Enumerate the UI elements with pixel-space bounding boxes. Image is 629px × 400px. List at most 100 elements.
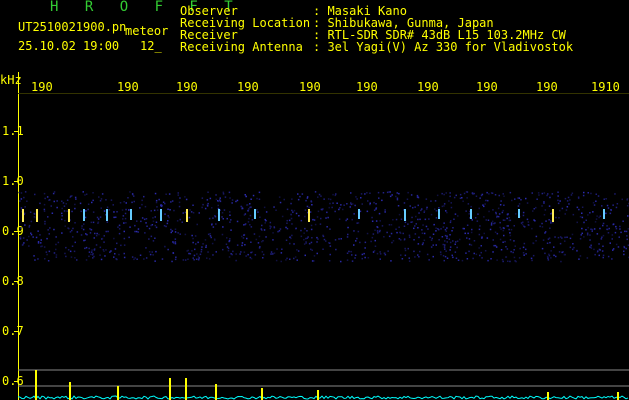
noise-pixel [340,260,342,263]
noise-pixel [62,202,65,204]
noise-pixel [397,205,400,207]
noise-pixel [82,191,84,193]
noise-pixel [487,219,490,221]
noise-pixel [361,257,363,260]
meteor-echo [106,209,108,221]
noise-pixel [525,248,527,251]
noise-pixel [612,204,614,206]
noise-pixel [162,201,165,203]
noise-pixel [370,240,372,243]
noise-pixel [557,202,560,205]
noise-pixel [174,242,177,245]
noise-pixel [594,221,597,223]
noise-pixel [225,243,228,245]
noise-pixel [151,251,153,253]
noise-pixel [169,209,171,211]
noise-pixel [184,233,187,236]
noise-pixel [97,221,100,223]
noise-pixel [443,203,446,205]
meteor-echo [552,209,554,222]
noise-pixel [19,238,22,240]
noise-pixel [626,205,629,207]
noise-pixel [285,226,287,229]
noise-pixel [377,232,379,234]
noise-pixel [19,236,22,238]
noise-pixel [206,205,209,207]
noise-pixel [187,258,189,260]
noise-pixel [316,216,319,218]
noise-pixel [364,193,366,195]
noise-pixel [495,212,497,215]
noise-pixel [623,246,626,249]
noise-pixel [615,243,618,246]
noise-pixel [135,230,138,233]
noise-pixel [251,219,254,221]
noise-pixel [34,193,36,196]
noise-pixel [316,241,318,243]
noise-pixel [417,243,420,245]
noise-pixel [117,226,119,228]
noise-pixel [581,206,584,208]
noise-pixel [548,237,551,239]
noise-pixel [231,199,234,201]
noise-pixel [361,203,363,205]
noise-pixel [478,233,481,236]
noise-pixel [192,212,195,214]
noise-pixel [541,222,543,225]
noise-pixel [346,203,348,205]
noise-pixel [219,199,221,201]
noise-pixel [34,216,36,219]
noise-pixel [141,203,143,206]
noise-pixel [401,258,404,260]
noise-pixel [28,224,31,227]
noise-pixel [300,235,303,238]
noise-pixel [71,229,73,232]
noise-pixel [167,208,169,210]
noise-pixel [304,209,307,211]
noise-pixel [609,212,612,215]
noise-pixel [378,197,380,199]
noise-pixel [167,215,169,217]
noise-pixel [536,198,538,200]
noise-pixel [74,222,76,224]
noise-pixel [445,230,447,232]
noise-pixel [144,232,146,234]
noise-pixel [448,238,451,240]
noise-pixel [103,241,105,243]
noise-pixel [310,241,313,244]
noise-pixel [387,250,389,252]
meteor-echo [438,209,440,219]
noise-pixel [505,256,508,258]
noise-pixel [438,207,440,209]
noise-pixel [433,223,435,226]
noise-pixel [226,246,229,248]
noise-pixel [541,192,544,195]
noise-pixel [67,249,70,251]
noise-pixel [155,199,158,202]
noise-pixel [381,199,383,202]
noise-pixel [544,209,547,211]
noise-pixel [317,210,320,213]
noise-pixel [55,248,57,251]
noise-pixel [269,225,271,227]
noise-pixel [320,217,322,220]
noise-pixel [199,253,202,256]
noise-pixel [310,248,312,251]
noise-pixel [410,221,412,223]
noise-pixel [316,252,318,255]
noise-pixel [615,227,618,230]
noise-pixel [310,228,313,231]
noise-pixel [434,208,436,210]
noise-pixel [28,226,30,228]
noise-pixel [164,213,166,215]
meteor-echo [68,209,70,222]
noise-pixel [136,258,138,260]
noise-pixel [626,238,628,241]
noise-pixel [586,257,589,259]
noise-pixel [215,198,218,201]
noise-pixel [500,200,502,202]
noise-pixel [85,233,87,235]
noise-pixel [351,260,354,262]
noise-pixel [582,194,585,197]
noise-pixel [154,216,156,218]
